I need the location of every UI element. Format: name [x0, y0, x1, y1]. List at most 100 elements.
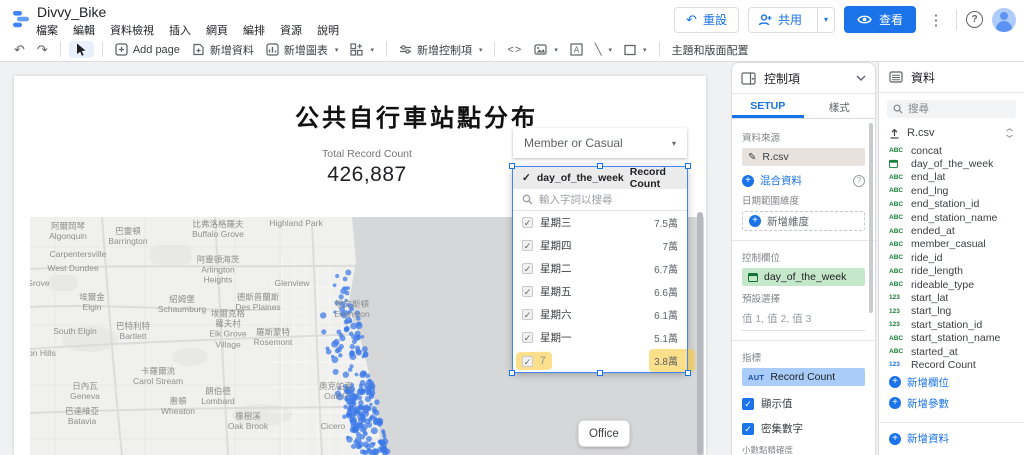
menu-item[interactable]: 網頁: [206, 22, 228, 38]
panel-scrollbar[interactable]: [869, 123, 873, 313]
add-page-button[interactable]: Add page: [109, 41, 186, 58]
add-dimension-button[interactable]: + 新增維度: [742, 211, 865, 231]
share-button[interactable]: 共用 ▾: [747, 6, 835, 33]
reset-button[interactable]: ↶ 重設: [674, 6, 739, 33]
community-visualizations-button[interactable]: ▾: [344, 41, 380, 58]
field-end_station_id[interactable]: ABC end_station_id: [879, 198, 1024, 211]
add-chart-button[interactable]: 新增圖表 ▾: [260, 40, 345, 60]
add-data-button[interactable]: 新增資料: [186, 40, 260, 60]
field-search-input[interactable]: [908, 103, 1008, 115]
row-value: 6.7萬: [654, 265, 678, 276]
report-title[interactable]: Divvy_Bike: [37, 4, 106, 20]
field-list: ABC concat day_of_the_week ABC end_lat ABC end…: [879, 144, 1024, 372]
tab-style[interactable]: 樣式: [804, 94, 876, 118]
tab-setup[interactable]: SETUP: [732, 94, 804, 118]
text-tool-button[interactable]: A: [564, 41, 589, 58]
field-day_of_the_week[interactable]: day_of_the_week: [879, 157, 1024, 170]
scorecard[interactable]: Total Record Count 426,887: [267, 148, 467, 187]
filter-list-row[interactable]: ✓ 星期一 5.1萬: [513, 326, 687, 349]
field-concat[interactable]: ABC concat: [879, 144, 1024, 157]
map-place-label: Glenview: [274, 277, 310, 288]
theme-layout-button[interactable]: 主題和版面配置: [666, 40, 755, 60]
row-checkbox[interactable]: ✓: [522, 309, 533, 320]
row-checkbox[interactable]: ✓: [522, 332, 533, 343]
filter-list-row[interactable]: ✓ 星期五 6.6萬: [513, 280, 687, 303]
add-field-button[interactable]: + 新增欄位: [879, 372, 1024, 393]
field-record-count[interactable]: 123 Record Count: [879, 358, 1024, 371]
field-start_lng[interactable]: 123 start_lng: [879, 305, 1024, 318]
add-data-button-panel[interactable]: + 新增資料: [879, 428, 1024, 449]
avatar[interactable]: [992, 7, 1016, 32]
canvas-scrollbar[interactable]: [697, 212, 703, 455]
help-icon[interactable]: ?: [966, 11, 983, 28]
field-ride_id[interactable]: ABC ride_id: [879, 251, 1024, 264]
field-search[interactable]: [887, 100, 1016, 118]
field-member_casual[interactable]: ABC member_casual: [879, 238, 1024, 251]
text-type-icon: ABC: [889, 348, 904, 356]
panel-header[interactable]: 控制項: [732, 63, 875, 94]
blend-data-button[interactable]: + 混合資料 ?: [742, 173, 865, 188]
filter-search-row[interactable]: [513, 189, 687, 211]
field-end_station_name[interactable]: ABC end_station_name: [879, 211, 1024, 224]
row-checkbox[interactable]: ✓: [522, 263, 533, 274]
add-control-button[interactable]: 新增控制項 ▾: [393, 40, 489, 60]
control-field-chip[interactable]: day_of_the_week: [742, 268, 865, 286]
menu-item[interactable]: 編輯: [73, 22, 95, 38]
field-start_station_name[interactable]: ABC start_station_name: [879, 331, 1024, 344]
app-header: Divvy_Bike 檔案 編輯 資料檢視 插入 網頁 編排 資源 說明 ↶ 重設 共用 ▾: [0, 0, 1024, 38]
help-icon[interactable]: ?: [853, 174, 865, 187]
add-parameter-button[interactable]: + 新增參數: [879, 393, 1024, 414]
field-end_lng[interactable]: ABC end_lng: [879, 184, 1024, 197]
row-checkbox[interactable]: ✓: [522, 240, 533, 251]
select-tool-button[interactable]: [68, 41, 94, 58]
shape-tool-button[interactable]: ▾: [618, 42, 653, 58]
filter-list-row[interactable]: ✓ 星期六 6.1萬: [513, 303, 687, 326]
field-ended_at[interactable]: ABC ended_at: [879, 224, 1024, 237]
menu-item[interactable]: 插入: [169, 22, 191, 38]
row-checkbox[interactable]: ✓: [521, 355, 534, 367]
filter-control-member-casual[interactable]: Member or Casual ▾: [513, 128, 687, 158]
show-values-checkbox[interactable]: ✓ 顯示值: [742, 396, 865, 411]
map-place-label: Cicero: [320, 420, 346, 431]
field-started_at[interactable]: ABC started_at: [879, 345, 1024, 358]
field-ride_length[interactable]: ABC ride_length: [879, 265, 1024, 278]
share-caret[interactable]: ▾: [816, 7, 834, 32]
filter-list-row[interactable]: ✓ 星期四 7萬: [513, 234, 687, 257]
view-button[interactable]: 查看: [843, 6, 916, 33]
chevron-down-icon: ▾: [642, 46, 647, 54]
embed-url-button[interactable]: <>: [501, 42, 528, 58]
undo-icon: ↶: [686, 11, 697, 27]
row-checkbox[interactable]: ✓: [522, 217, 533, 228]
chevron-down-icon[interactable]: [856, 75, 866, 81]
filter-search-input[interactable]: [539, 193, 659, 206]
collapse-icon[interactable]: [1005, 128, 1014, 138]
more-options-icon[interactable]: ⋮: [925, 11, 947, 29]
metric-chip[interactable]: AUT Record Count: [742, 368, 865, 386]
field-end_lat[interactable]: ABC end_lat: [879, 171, 1024, 184]
filter-list-row[interactable]: ✓ 星期二 6.7萬: [513, 257, 687, 280]
filter-list-row[interactable]: ✓ 7 3.8萬: [513, 349, 695, 372]
menu-item[interactable]: 編排: [243, 22, 265, 38]
line-tool-button[interactable]: ╲ ▾: [589, 41, 618, 58]
looker-studio-logo-icon[interactable]: [10, 8, 32, 30]
compact-numbers-checkbox[interactable]: ✓ 密集數字: [742, 421, 865, 436]
field-start_station_id[interactable]: 123 start_station_id: [879, 318, 1024, 331]
row-value: 6.6萬: [654, 288, 678, 299]
redo-button[interactable]: ↷: [31, 42, 54, 57]
menu-item[interactable]: 檔案: [36, 22, 58, 38]
field-rideable_type[interactable]: ABC rideable_type: [879, 278, 1024, 291]
pencil-icon[interactable]: ✎: [748, 152, 756, 163]
default-selection-input[interactable]: 值 1, 值 2, 值 3: [742, 309, 865, 331]
filter-list-row[interactable]: ✓ 星期三 7.5萬: [513, 211, 687, 234]
map-place-label: Highland Park: [269, 217, 323, 228]
filter-dropdown-list[interactable]: ✓ day_of_the_week Record Count ✓星期三7.5萬✓…: [509, 163, 695, 376]
data-source-row[interactable]: R.csv: [879, 123, 1024, 144]
row-checkbox[interactable]: ✓: [522, 286, 533, 297]
data-source-chip[interactable]: ✎ R.csv: [742, 148, 865, 166]
field-start_lat[interactable]: 123 start_lat: [879, 291, 1024, 304]
insert-image-button[interactable]: ▾: [528, 42, 564, 57]
undo-button[interactable]: ↶: [8, 42, 31, 57]
menu-item[interactable]: 說明: [317, 22, 339, 38]
menu-item[interactable]: 資料檢視: [110, 22, 154, 38]
menu-item[interactable]: 資源: [280, 22, 302, 38]
